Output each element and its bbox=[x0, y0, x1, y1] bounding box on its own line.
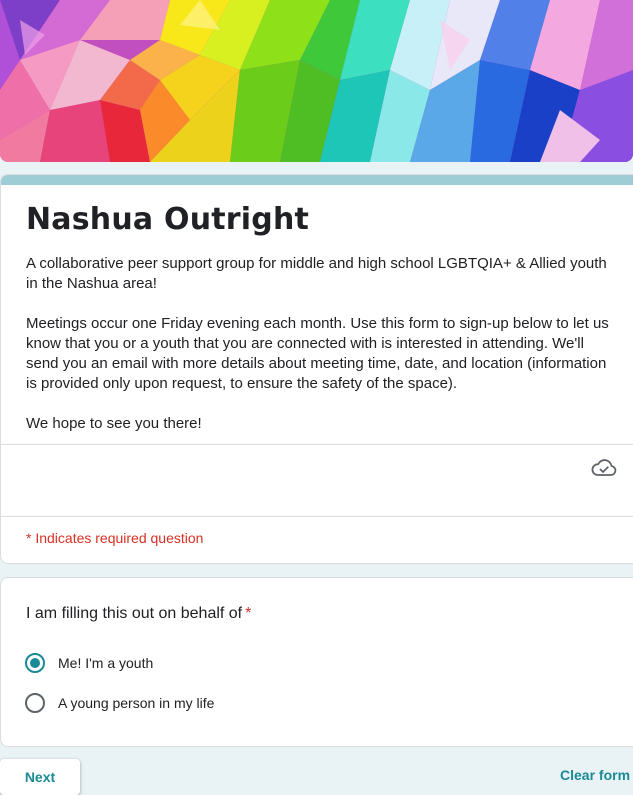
form-title: Nashua Outright bbox=[26, 202, 310, 237]
description-paragraph: Meetings occur one Friday evening each m… bbox=[26, 315, 609, 392]
question-card: I am filling this out on behalf of * Me! … bbox=[0, 577, 633, 747]
form-page: Nashua Outright A collaborative peer sup… bbox=[0, 0, 633, 795]
divider bbox=[1, 516, 633, 517]
cloud-check-icon[interactable] bbox=[591, 458, 617, 478]
divider bbox=[1, 444, 633, 445]
radio-button-unchecked[interactable] bbox=[25, 693, 45, 713]
form-description: A collaborative peer support group for m… bbox=[26, 254, 616, 454]
description-paragraph: A collaborative peer support group for m… bbox=[26, 255, 607, 292]
header-accent-bar bbox=[1, 175, 633, 185]
next-button[interactable]: Next bbox=[0, 759, 80, 795]
question-label: I am filling this out on behalf of bbox=[26, 605, 243, 622]
option-label: A young person in my life bbox=[58, 695, 215, 711]
header-banner-image bbox=[0, 0, 633, 162]
radio-option-youth[interactable]: Me! I'm a youth bbox=[25, 652, 153, 674]
description-paragraph: We hope to see you there! bbox=[26, 415, 202, 432]
clear-form-button[interactable]: Clear form bbox=[560, 767, 630, 783]
required-asterisk: * bbox=[245, 605, 252, 622]
form-header-card: Nashua Outright A collaborative peer sup… bbox=[0, 174, 633, 564]
radio-button-checked[interactable] bbox=[25, 653, 45, 673]
question-title: I am filling this out on behalf of * bbox=[26, 605, 251, 623]
option-label: Me! I'm a youth bbox=[58, 655, 154, 671]
required-question-note: * Indicates required question bbox=[26, 530, 204, 546]
radio-option-young-person[interactable]: A young person in my life bbox=[25, 692, 214, 714]
